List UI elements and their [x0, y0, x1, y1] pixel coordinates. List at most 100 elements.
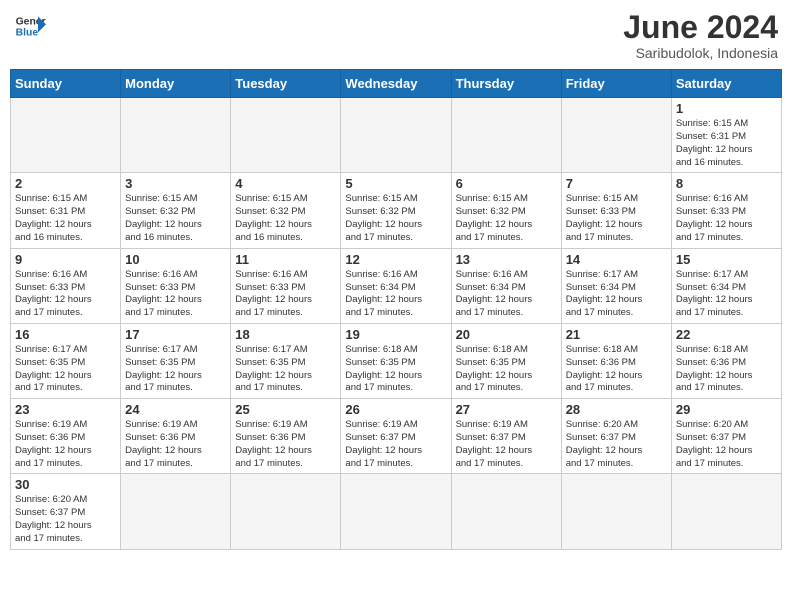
calendar-week-row: 16 Sunrise: 6:17 AMSunset: 6:35 PMDayligh… — [11, 323, 782, 398]
day-number: 10 — [125, 252, 226, 267]
day-info: Sunrise: 6:19 AMSunset: 6:37 PMDaylight:… — [456, 419, 557, 470]
day-info: Sunrise: 6:20 AMSunset: 6:37 PMDaylight:… — [15, 494, 116, 545]
day-number: 25 — [235, 402, 336, 417]
day-info: Sunrise: 6:15 AMSunset: 6:32 PMDaylight:… — [456, 193, 557, 244]
day-number: 28 — [566, 402, 667, 417]
day-info: Sunrise: 6:16 AMSunset: 6:34 PMDaylight:… — [345, 269, 446, 320]
table-row — [451, 98, 561, 173]
svg-text:Blue: Blue — [16, 28, 39, 39]
table-row: 2Sunrise: 6:15 AMSunset: 6:31 PMDaylight… — [11, 173, 121, 248]
calendar-title: June 2024 — [623, 10, 778, 45]
table-row — [561, 474, 671, 549]
table-row — [341, 98, 451, 173]
calendar-subtitle: Saribudolok, Indonesia — [623, 45, 778, 61]
table-row: 10 Sunrise: 6:16 AMSunset: 6:33 PMDayligh… — [121, 248, 231, 323]
table-row: 19 Sunrise: 6:18 AMSunset: 6:35 PMDayligh… — [341, 323, 451, 398]
table-row: 30 Sunrise: 6:20 AMSunset: 6:37 PMDayligh… — [11, 474, 121, 549]
table-row: 20 Sunrise: 6:18 AMSunset: 6:35 PMDayligh… — [451, 323, 561, 398]
table-row: 4Sunrise: 6:15 AMSunset: 6:32 PMDaylight… — [231, 173, 341, 248]
day-info: Sunrise: 6:20 AMSunset: 6:37 PMDaylight:… — [566, 419, 667, 470]
logo: General Blue — [14, 10, 46, 42]
day-info: Sunrise: 6:19 AMSunset: 6:36 PMDaylight:… — [125, 419, 226, 470]
day-number: 20 — [456, 327, 557, 342]
header-sunday: Sunday — [11, 70, 121, 98]
table-row: 3 Sunrise: 6:15 AMSunset: 6:32 PMDaylight… — [121, 173, 231, 248]
day-info: Sunrise: 6:15 AMSunset: 6:31 PMDaylight:… — [676, 118, 777, 169]
calendar-week-row: 30 Sunrise: 6:20 AMSunset: 6:37 PMDayligh… — [11, 474, 782, 549]
day-info: Sunrise: 6:17 AMSunset: 6:35 PMDaylight:… — [15, 344, 116, 395]
day-info: Sunrise: 6:19 AMSunset: 6:36 PMDaylight:… — [235, 419, 336, 470]
day-info: Sunrise: 6:18 AMSunset: 6:35 PMDaylight:… — [456, 344, 557, 395]
day-info: Sunrise: 6:16 AMSunset: 6:33 PMDaylight:… — [676, 193, 777, 244]
table-row: 17 Sunrise: 6:17 AMSunset: 6:35 PMDayligh… — [121, 323, 231, 398]
day-info: Sunrise: 6:16 AMSunset: 6:33 PMDaylight:… — [235, 269, 336, 320]
day-info: Sunrise: 6:15 AMSunset: 6:32 PMDaylight:… — [235, 193, 336, 244]
day-info: Sunrise: 6:18 AMSunset: 6:36 PMDaylight:… — [566, 344, 667, 395]
day-number: 21 — [566, 327, 667, 342]
day-number: 29 — [676, 402, 777, 417]
day-number: 9 — [15, 252, 116, 267]
table-row: 28 Sunrise: 6:20 AMSunset: 6:37 PMDayligh… — [561, 399, 671, 474]
header-friday: Friday — [561, 70, 671, 98]
header-monday: Monday — [121, 70, 231, 98]
day-info: Sunrise: 6:16 AMSunset: 6:34 PMDaylight:… — [456, 269, 557, 320]
table-row — [231, 98, 341, 173]
table-row: 18Sunrise: 6:17 AMSunset: 6:35 PMDayligh… — [231, 323, 341, 398]
day-number: 30 — [15, 477, 116, 492]
day-number: 3 — [125, 176, 226, 191]
day-info: Sunrise: 6:15 AMSunset: 6:32 PMDaylight:… — [345, 193, 446, 244]
table-row: 29 Sunrise: 6:20 AMSunset: 6:37 PMDayligh… — [671, 399, 781, 474]
day-info: Sunrise: 6:15 AMSunset: 6:32 PMDaylight:… — [125, 193, 226, 244]
calendar-table: Sunday Monday Tuesday Wednesday Thursday… — [10, 69, 782, 550]
day-number: 19 — [345, 327, 446, 342]
header-wednesday: Wednesday — [341, 70, 451, 98]
table-row: 22Sunrise: 6:18 AMSunset: 6:36 PMDayligh… — [671, 323, 781, 398]
day-info: Sunrise: 6:18 AMSunset: 6:35 PMDaylight:… — [345, 344, 446, 395]
day-number: 12 — [345, 252, 446, 267]
table-row: 7Sunrise: 6:15 AMSunset: 6:33 PMDaylight… — [561, 173, 671, 248]
calendar-week-row: 2Sunrise: 6:15 AMSunset: 6:31 PMDaylight… — [11, 173, 782, 248]
header-tuesday: Tuesday — [231, 70, 341, 98]
day-number: 8 — [676, 176, 777, 191]
table-row: 25 Sunrise: 6:19 AMSunset: 6:36 PMDayligh… — [231, 399, 341, 474]
day-info: Sunrise: 6:20 AMSunset: 6:37 PMDaylight:… — [676, 419, 777, 470]
day-info: Sunrise: 6:19 AMSunset: 6:36 PMDaylight:… — [15, 419, 116, 470]
calendar-week-row: 9 Sunrise: 6:16 AMSunset: 6:33 PMDaylight… — [11, 248, 782, 323]
day-number: 6 — [456, 176, 557, 191]
day-info: Sunrise: 6:17 AMSunset: 6:35 PMDaylight:… — [125, 344, 226, 395]
header-thursday: Thursday — [451, 70, 561, 98]
day-info: Sunrise: 6:19 AMSunset: 6:37 PMDaylight:… — [345, 419, 446, 470]
table-row — [121, 98, 231, 173]
day-info: Sunrise: 6:16 AMSunset: 6:33 PMDaylight:… — [125, 269, 226, 320]
table-row: 8 Sunrise: 6:16 AMSunset: 6:33 PMDaylight… — [671, 173, 781, 248]
day-number: 24 — [125, 402, 226, 417]
day-info: Sunrise: 6:15 AMSunset: 6:33 PMDaylight:… — [566, 193, 667, 244]
table-row: 11 Sunrise: 6:16 AMSunset: 6:33 PMDayligh… — [231, 248, 341, 323]
table-row: 27Sunrise: 6:19 AMSunset: 6:37 PMDayligh… — [451, 399, 561, 474]
table-row — [11, 98, 121, 173]
table-row: 21 Sunrise: 6:18 AMSunset: 6:36 PMDayligh… — [561, 323, 671, 398]
day-number: 17 — [125, 327, 226, 342]
day-number: 18 — [235, 327, 336, 342]
table-row: 24 Sunrise: 6:19 AMSunset: 6:36 PMDayligh… — [121, 399, 231, 474]
table-row: 6 Sunrise: 6:15 AMSunset: 6:32 PMDaylight… — [451, 173, 561, 248]
table-row: 1 Sunrise: 6:15 AMSunset: 6:31 PMDaylight… — [671, 98, 781, 173]
table-row — [561, 98, 671, 173]
day-number: 1 — [676, 101, 777, 116]
table-row — [451, 474, 561, 549]
table-row: 15Sunrise: 6:17 AMSunset: 6:34 PMDayligh… — [671, 248, 781, 323]
day-number: 5 — [345, 176, 446, 191]
day-number: 26 — [345, 402, 446, 417]
day-info: Sunrise: 6:15 AMSunset: 6:31 PMDaylight:… — [15, 193, 116, 244]
table-row: 13Sunrise: 6:16 AMSunset: 6:34 PMDayligh… — [451, 248, 561, 323]
table-row: 16 Sunrise: 6:17 AMSunset: 6:35 PMDayligh… — [11, 323, 121, 398]
calendar-week-row: 23Sunrise: 6:19 AMSunset: 6:36 PMDayligh… — [11, 399, 782, 474]
day-number: 16 — [15, 327, 116, 342]
calendar-week-row: 1 Sunrise: 6:15 AMSunset: 6:31 PMDaylight… — [11, 98, 782, 173]
day-number: 11 — [235, 252, 336, 267]
day-number: 22 — [676, 327, 777, 342]
logo-icon: General Blue — [14, 10, 46, 42]
table-row: 9Sunrise: 6:16 AMSunset: 6:33 PMDaylight… — [11, 248, 121, 323]
title-block: June 2024 Saribudolok, Indonesia — [623, 10, 778, 61]
table-row: 26 Sunrise: 6:19 AMSunset: 6:37 PMDayligh… — [341, 399, 451, 474]
